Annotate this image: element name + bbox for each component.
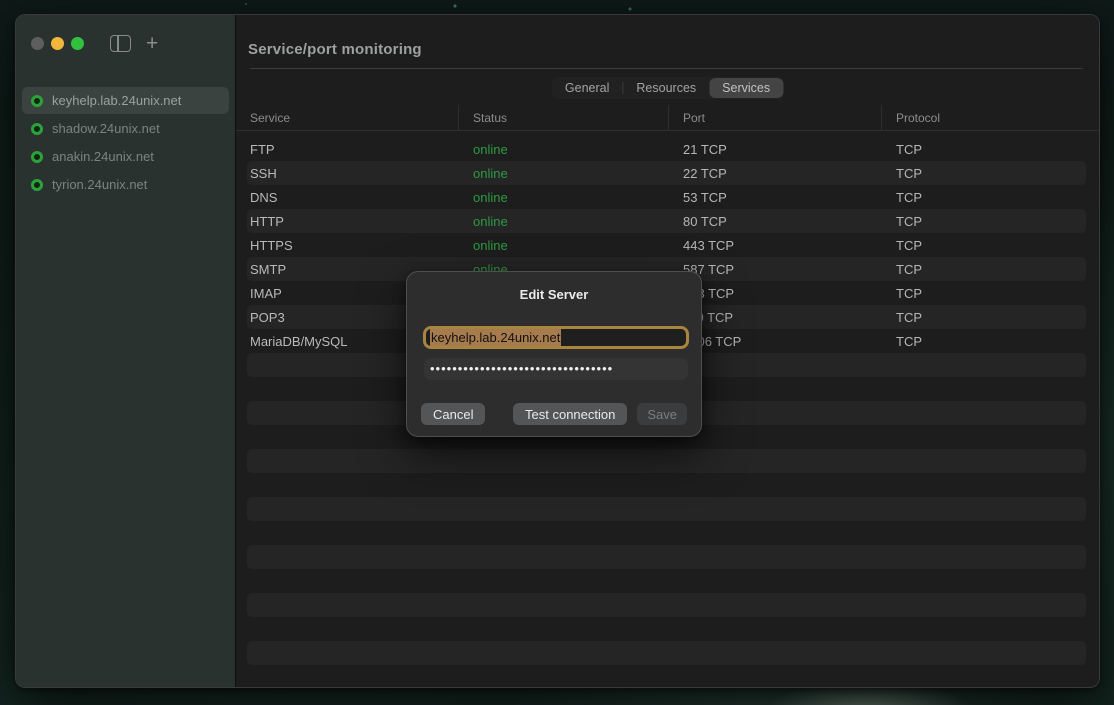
sidebar-toggle-icon[interactable] (110, 35, 131, 52)
empty-table-row[interactable] (236, 473, 1099, 497)
tab-bar: GeneralResourcesServices (551, 77, 784, 99)
empty-table-row[interactable] (236, 521, 1099, 545)
table-row[interactable]: DNSonline53 TCPTCP (236, 185, 1099, 209)
cell-status: online (459, 190, 669, 205)
server-list: keyhelp.lab.24unix.net shadow.24unix.net a… (16, 85, 235, 198)
header-separator (250, 68, 1083, 69)
add-server-button[interactable]: + (146, 35, 158, 52)
cell-service: FTP (236, 142, 459, 157)
green-status-dot-icon (31, 123, 43, 135)
server-label: shadow.24unix.net (52, 121, 160, 136)
table-row[interactable]: HTTPonline80 TCPTCP (236, 209, 1099, 233)
cell-status: online (459, 238, 669, 253)
column-header-status[interactable]: Status (459, 105, 669, 130)
cell-protocol: TCP (882, 334, 1099, 349)
cell-service: DNS (236, 190, 459, 205)
host-input[interactable]: keyhelp.lab.24unix.net (423, 326, 689, 349)
cell-service: HTTP (236, 214, 459, 229)
cell-protocol: TCP (882, 310, 1099, 325)
column-header-port[interactable]: Port (669, 105, 882, 130)
empty-table-row[interactable] (236, 497, 1099, 521)
close-window-icon[interactable] (31, 37, 44, 50)
cell-protocol: TCP (882, 286, 1099, 301)
cell-status: online (459, 166, 669, 181)
table-header: ServiceStatusPortProtocol (236, 105, 1099, 131)
cell-port: 53 TCP (669, 190, 882, 205)
cell-service: SSH (236, 166, 459, 181)
dialog-buttons: Cancel Test connection Save (421, 403, 687, 425)
green-status-dot-icon (31, 95, 43, 107)
column-header-service[interactable]: Service (236, 105, 459, 130)
page-title: Service/port monitoring (248, 41, 422, 58)
cell-status: online (459, 142, 669, 157)
empty-table-row[interactable] (236, 593, 1099, 617)
cell-port: 587 TCP (669, 262, 882, 277)
cancel-button[interactable]: Cancel (421, 403, 485, 425)
cell-service: HTTPS (236, 238, 459, 253)
sidebar-item-server[interactable]: keyhelp.lab.24unix.net (22, 87, 229, 114)
save-button[interactable]: Save (637, 403, 687, 425)
server-label: anakin.24unix.net (52, 149, 154, 164)
cell-port: 443 TCP (669, 238, 882, 253)
sidebar-item-server[interactable]: anakin.24unix.net (22, 143, 229, 170)
table-row[interactable]: HTTPSonline443 TCPTCP (236, 233, 1099, 257)
cell-protocol: TCP (882, 238, 1099, 253)
test-connection-button[interactable]: Test connection (513, 403, 627, 425)
empty-table-row[interactable] (236, 569, 1099, 593)
cell-protocol: TCP (882, 214, 1099, 229)
host-input-selected-text: keyhelp.lab.24unix.net (430, 329, 561, 346)
tab-resources[interactable]: Resources (623, 78, 709, 98)
green-status-dot-icon (31, 151, 43, 163)
green-status-dot-icon (31, 179, 43, 191)
tab-services[interactable]: Services (709, 78, 783, 98)
minimize-window-icon[interactable] (51, 37, 64, 50)
cell-protocol: TCP (882, 142, 1099, 157)
cell-protocol: TCP (882, 190, 1099, 205)
cell-port: 21 TCP (669, 142, 882, 157)
cell-status: online (459, 214, 669, 229)
server-label: keyhelp.lab.24unix.net (52, 93, 181, 108)
cell-protocol: TCP (882, 166, 1099, 181)
empty-table-row[interactable] (236, 545, 1099, 569)
edit-server-dialog: Edit Server keyhelp.lab.24unix.net •••••… (406, 271, 702, 437)
cell-protocol: TCP (882, 262, 1099, 277)
cell-port: 80 TCP (669, 214, 882, 229)
cell-port: 22 TCP (669, 166, 882, 181)
sidebar-titlebar: + (16, 15, 235, 71)
sidebar-item-server[interactable]: tyrion.24unix.net (22, 171, 229, 198)
empty-table-row[interactable] (236, 617, 1099, 641)
dialog-title: Edit Server (407, 287, 701, 302)
table-row[interactable]: FTPonline21 TCPTCP (236, 137, 1099, 161)
column-header-protocol[interactable]: Protocol (882, 105, 1099, 130)
sidebar: + keyhelp.lab.24unix.net shadow.24unix.ne… (16, 15, 236, 687)
table-row[interactable]: SSHonline22 TCPTCP (236, 161, 1099, 185)
server-label: tyrion.24unix.net (52, 177, 147, 192)
password-input[interactable]: ••••••••••••••••••••••••••••••••• (424, 358, 688, 380)
tab-general[interactable]: General (552, 78, 622, 98)
desktop-wallpaper: + keyhelp.lab.24unix.net shadow.24unix.ne… (0, 0, 1114, 705)
zoom-window-icon[interactable] (71, 37, 84, 50)
empty-table-row[interactable] (236, 449, 1099, 473)
sidebar-item-server[interactable]: shadow.24unix.net (22, 115, 229, 142)
traffic-lights (31, 37, 84, 50)
empty-table-row[interactable] (236, 641, 1099, 665)
